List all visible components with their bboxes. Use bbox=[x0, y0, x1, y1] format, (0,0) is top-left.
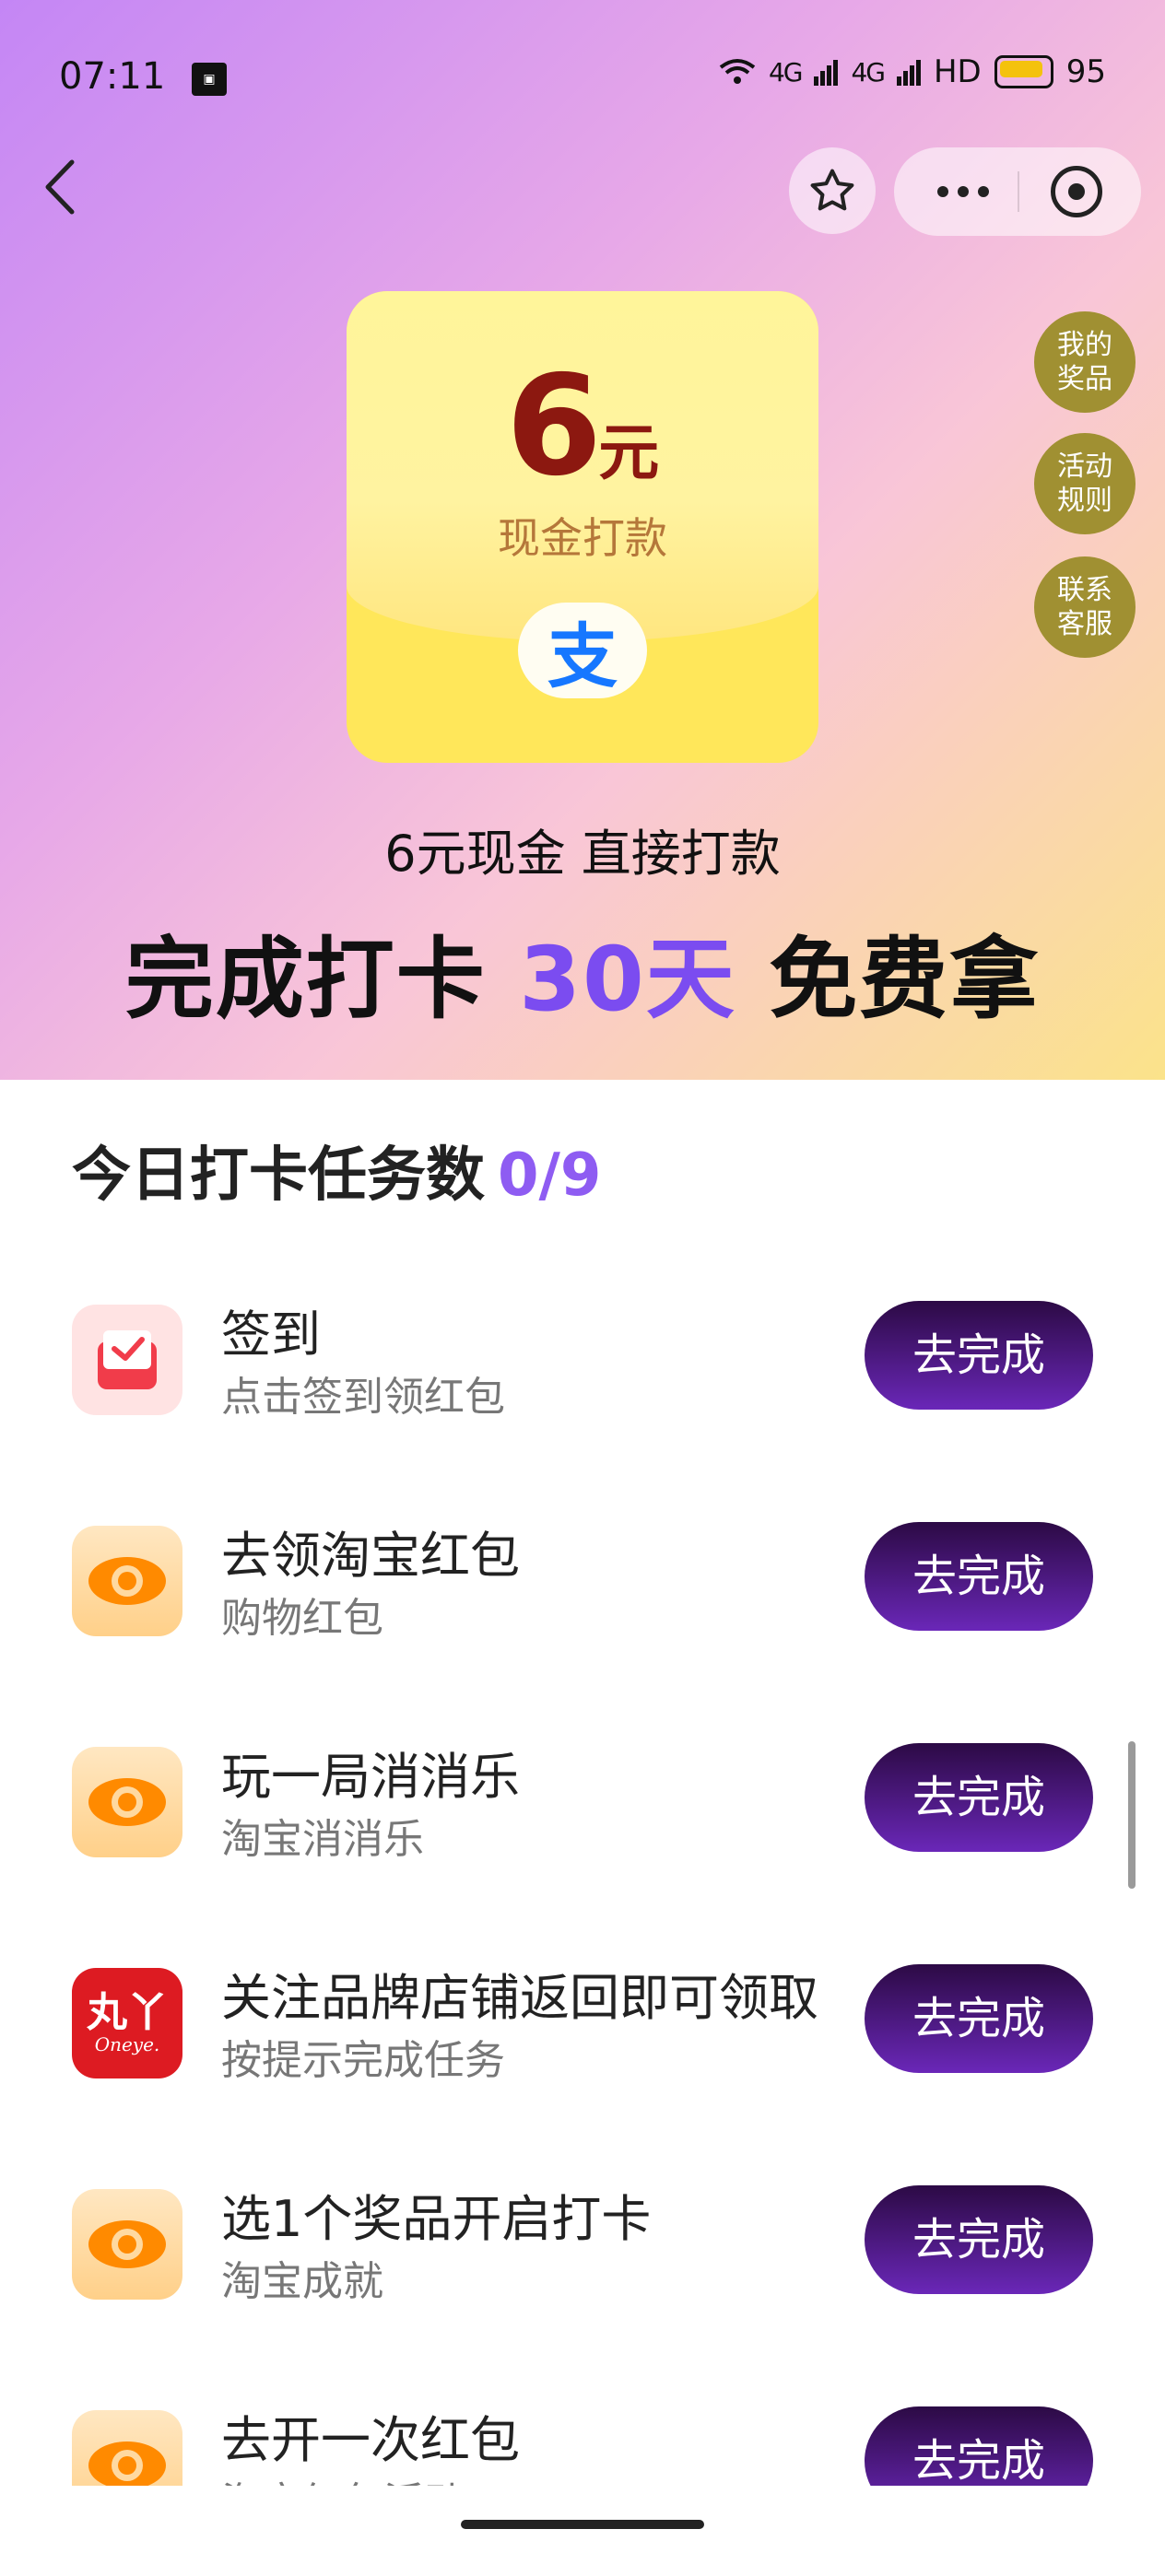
chevron-left-icon bbox=[45, 159, 75, 215]
task-name: 玩一局消消乐 bbox=[221, 1748, 520, 1806]
wifi-icon bbox=[719, 59, 756, 84]
taobao-eye-icon bbox=[72, 1526, 182, 1636]
hero-headline: 完成打卡 30天 免费拿 bbox=[0, 907, 1165, 1036]
task-item: 签到 点击签到领红包 去完成 bbox=[0, 1301, 1165, 1470]
back-button[interactable] bbox=[37, 155, 111, 228]
task-go-button[interactable]: 去完成 bbox=[865, 1522, 1093, 1631]
headline-highlight: 30天 bbox=[519, 928, 736, 1031]
favorite-button[interactable] bbox=[789, 147, 876, 234]
brand-logo-cn: 丸丫 bbox=[87, 1989, 168, 2036]
my-prizes-label: 我的 奖品 bbox=[1057, 329, 1112, 395]
status-icons: 4G 4G HD 95 bbox=[719, 53, 1106, 90]
signal-2-label: 4G bbox=[851, 56, 885, 88]
task-desc: 按提示完成任务 bbox=[221, 2037, 505, 2084]
scrollbar[interactable] bbox=[1128, 1741, 1136, 1889]
prize-card[interactable]: 6元 现金打款 支 bbox=[347, 291, 818, 763]
signal-bars-icon bbox=[814, 60, 839, 86]
tasks-header: 今日打卡任务数 0/9 bbox=[72, 1128, 601, 1212]
task-desc: 点击签到领红包 bbox=[221, 1374, 505, 1421]
capsule-divider bbox=[1018, 171, 1019, 212]
my-prizes-button[interactable]: 我的 奖品 bbox=[1034, 311, 1136, 413]
more-dots-icon bbox=[937, 186, 989, 197]
task-name: 选1个奖品开启打卡 bbox=[221, 2190, 652, 2248]
activity-rules-button[interactable]: 活动 规则 bbox=[1034, 433, 1136, 534]
status-bar: 07:11 ▣ 4G 4G HD 95 bbox=[0, 0, 1165, 138]
task-desc: 淘宝消消乐 bbox=[221, 1816, 424, 1863]
prize-amount: 6元 bbox=[347, 346, 818, 507]
headline-before: 完成打卡 bbox=[124, 928, 520, 1031]
task-desc: 淘宝成就 bbox=[221, 2258, 383, 2305]
hero-tagline: 6元现金 直接打款 bbox=[384, 825, 781, 883]
star-icon bbox=[810, 169, 854, 211]
task-name: 去开一次红包 bbox=[221, 2411, 520, 2469]
brand-logo-en: Oneye. bbox=[94, 2033, 160, 2055]
task-desc: 购物红包 bbox=[221, 1595, 383, 1642]
brand-logo-icon: 丸丫 Oneye. bbox=[72, 1968, 182, 2078]
task-name: 签到 bbox=[221, 1306, 321, 1364]
target-icon bbox=[1068, 183, 1085, 200]
task-item: 选1个奖品开启打卡 淘宝成就 去完成 bbox=[0, 2185, 1165, 2355]
taobao-eye-icon bbox=[72, 1747, 182, 1857]
signal-1-label: 4G bbox=[768, 56, 803, 88]
customer-service-label: 联系 客服 bbox=[1057, 574, 1112, 640]
tasks-header-title: 今日打卡任务数 bbox=[72, 1142, 485, 1210]
more-button[interactable] bbox=[894, 147, 1032, 236]
task-name: 关注品牌店铺返回即可领取 bbox=[221, 1969, 818, 2027]
hd-label: HD bbox=[933, 53, 982, 90]
battery-icon bbox=[994, 55, 1053, 88]
app-notification-icon: ▣ bbox=[192, 63, 227, 96]
task-go-button[interactable]: 去完成 bbox=[865, 1964, 1093, 2073]
customer-service-button[interactable]: 联系 客服 bbox=[1034, 556, 1136, 658]
task-name: 去领淘宝红包 bbox=[221, 1527, 520, 1585]
hero-banner: 07:11 ▣ 4G 4G HD 95 6元 现金打款 支 我的 奖品 活动 规… bbox=[0, 0, 1165, 1080]
signal-bars-icon bbox=[896, 60, 921, 86]
home-indicator[interactable] bbox=[461, 2520, 704, 2529]
prize-amount-unit: 元 bbox=[598, 417, 660, 488]
prize-subtitle: 现金打款 bbox=[498, 513, 667, 563]
status-time: 07:11 bbox=[59, 55, 166, 98]
task-go-button[interactable]: 去完成 bbox=[865, 1743, 1093, 1852]
activity-rules-label: 活动 规则 bbox=[1057, 451, 1112, 517]
tasks-count: 0/9 bbox=[498, 1142, 602, 1210]
task-go-button[interactable]: 去完成 bbox=[865, 1301, 1093, 1410]
alipay-icon: 支 bbox=[518, 603, 647, 698]
task-item: 玩一局消消乐 淘宝消消乐 去完成 bbox=[0, 1743, 1165, 1913]
battery-level: 95 bbox=[1065, 53, 1106, 90]
task-item: 去领淘宝红包 购物红包 去完成 bbox=[0, 1522, 1165, 1692]
mini-program-capsule bbox=[894, 147, 1141, 236]
prize-amount-number: 6 bbox=[505, 346, 602, 507]
close-target-button[interactable] bbox=[1051, 166, 1102, 217]
taobao-eye-icon bbox=[72, 2189, 182, 2300]
headline-after: 免费拿 bbox=[735, 928, 1041, 1031]
calendar-check-icon bbox=[72, 1305, 182, 1415]
task-item: 丸丫 Oneye. 关注品牌店铺返回即可领取 按提示完成任务 去完成 bbox=[0, 1964, 1165, 2134]
task-go-button[interactable]: 去完成 bbox=[865, 2185, 1093, 2294]
